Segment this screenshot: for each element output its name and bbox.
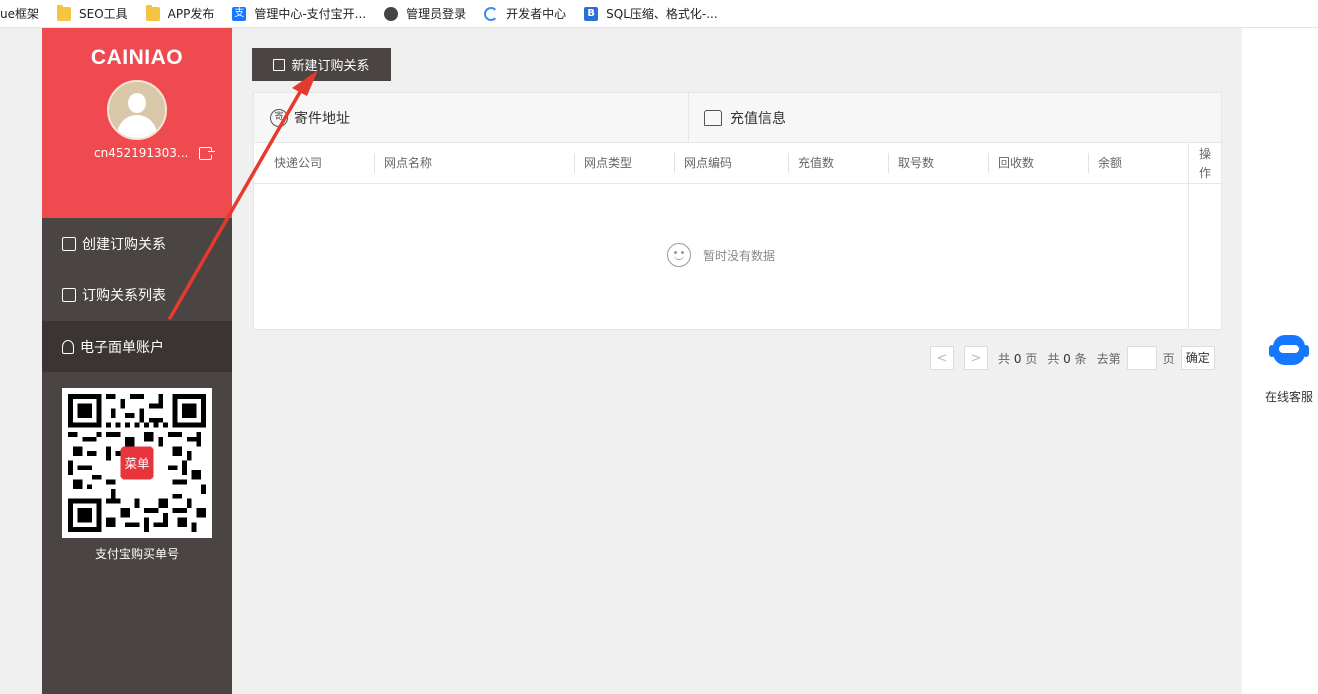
tab-bar: 寄 寄件地址 充值信息 — [254, 93, 1221, 143]
column-header: 余额 — [1098, 156, 1123, 170]
avatar — [107, 80, 167, 140]
username: cn452191303... — [94, 146, 189, 160]
qr-caption: 支付宝购买单号 — [94, 547, 179, 561]
sql-icon: B — [584, 6, 599, 21]
edit-icon — [273, 58, 286, 71]
column-header: 网点编码 — [684, 156, 733, 170]
edit-icon — [62, 236, 76, 251]
account-panel: 寄 寄件地址 充值信息 快递公司 网点名称 网点类型 网点编码 充值数 取号数 … — [253, 92, 1222, 330]
sidebar-item-label: 电子面单账户 — [80, 339, 164, 356]
folder-icon — [57, 4, 71, 21]
sidebar-item-label: 订购关系列表 — [82, 287, 166, 304]
sender-icon: 寄 — [270, 109, 288, 127]
total-pages: 共 0 页 — [998, 351, 1038, 366]
folder-icon — [145, 4, 160, 21]
next-page-button[interactable]: > — [964, 346, 988, 370]
bookmark-sql-format[interactable]: B SQL压缩、格式化-... — [584, 5, 718, 22]
column-header: 网点名称 — [384, 156, 433, 170]
tab-label: 充值信息 — [730, 111, 786, 127]
user-icon — [62, 339, 74, 354]
column-header: 取号数 — [898, 156, 935, 170]
page-left-margin — [0, 28, 42, 694]
tab-divider — [688, 93, 689, 143]
empty-text: 暂时没有数据 — [703, 248, 776, 263]
bookmark-ue[interactable]: ue框架 — [0, 5, 39, 22]
new-order-relation-button[interactable]: 新建订购关系 — [252, 48, 391, 81]
bookmark-label: SEO工具 — [79, 7, 128, 21]
sidebar-item-order-list[interactable]: 订购关系列表 — [42, 269, 232, 320]
new-order-relation-label: 新建订购关系 — [291, 59, 370, 74]
online-service[interactable]: 在线客服 — [1260, 333, 1318, 405]
goto-label: 去第 — [1096, 351, 1121, 366]
sidebar-item-create-order[interactable]: 创建订购关系 — [42, 218, 232, 269]
goto-suffix: 页 — [1162, 351, 1175, 366]
tab-label: 寄件地址 — [294, 111, 350, 127]
tab-sender-address[interactable]: 寄 寄件地址 — [270, 93, 350, 143]
qr-code-image: 菜单 — [68, 394, 206, 532]
sidebar-item-waybill-account[interactable]: 电子面单账户 — [42, 321, 232, 372]
total-items: 共 0 条 — [1047, 351, 1087, 366]
sidebar-profile: CAINIAO cn452191303... — [42, 28, 232, 218]
goto-confirm-button[interactable]: 确定 — [1180, 346, 1215, 370]
prev-page-button[interactable]: < — [930, 346, 954, 370]
bookmark-app-publish[interactable]: APP发布 — [145, 4, 215, 22]
sidebar: CAINIAO cn452191303... 创建订购关系 订购关系列表 电子面… — [42, 28, 232, 694]
bookmarks-bar: ue框架 SEO工具 APP发布 支 管理中心-支付宝开... 管理员登录 开发… — [0, 0, 1318, 28]
table-header: 快递公司 网点名称 网点类型 网点编码 充值数 取号数 回收数 余额 — [254, 143, 1221, 184]
bookmark-label: 管理中心-支付宝开... — [254, 7, 367, 21]
bookmark-seo-tools[interactable]: SEO工具 — [57, 4, 128, 22]
customer-service-icon — [1267, 333, 1311, 371]
logout-icon[interactable] — [199, 147, 215, 160]
store-icon — [704, 110, 722, 126]
bookmark-label: ue框架 — [0, 7, 39, 21]
brand-logo: CAINIAO — [90, 46, 184, 69]
column-header: 网点类型 — [584, 156, 633, 170]
bookmark-dev-center[interactable]: 开发者中心 — [484, 5, 566, 22]
bookmark-label: 管理员登录 — [406, 7, 467, 21]
qr-code: 菜单 — [62, 388, 212, 538]
bookmark-alipay-admin[interactable]: 支 管理中心-支付宝开... — [232, 5, 366, 22]
tab-recharge-info[interactable]: 充值信息 — [704, 93, 786, 143]
smile-icon — [667, 243, 691, 267]
bookmark-label: 开发者中心 — [506, 7, 567, 21]
bookmark-admin-login[interactable]: 管理员登录 — [384, 5, 466, 22]
goto-page-input[interactable] — [1126, 346, 1157, 370]
column-header-operation: 操作 — [1198, 147, 1211, 180]
empty-state: 暂时没有数据 — [667, 243, 775, 267]
online-service-label: 在线客服 — [1264, 390, 1313, 404]
column-header: 充值数 — [798, 156, 835, 170]
operation-column-divider — [1188, 143, 1189, 329]
list-icon — [62, 287, 76, 302]
pagination: < > 共 0 页 共 0 条 去第 页 确定 — [930, 346, 1215, 370]
bookmark-label: APP发布 — [167, 7, 215, 21]
qr-badge: 菜单 — [125, 457, 150, 471]
column-header: 回收数 — [998, 156, 1035, 170]
dev-icon — [484, 6, 499, 21]
sidebar-item-label: 创建订购关系 — [82, 236, 166, 253]
globe-icon — [384, 6, 399, 21]
alipay-icon: 支 — [232, 6, 247, 21]
column-header: 快递公司 — [274, 156, 323, 170]
bookmark-label: SQL压缩、格式化-... — [606, 7, 718, 21]
